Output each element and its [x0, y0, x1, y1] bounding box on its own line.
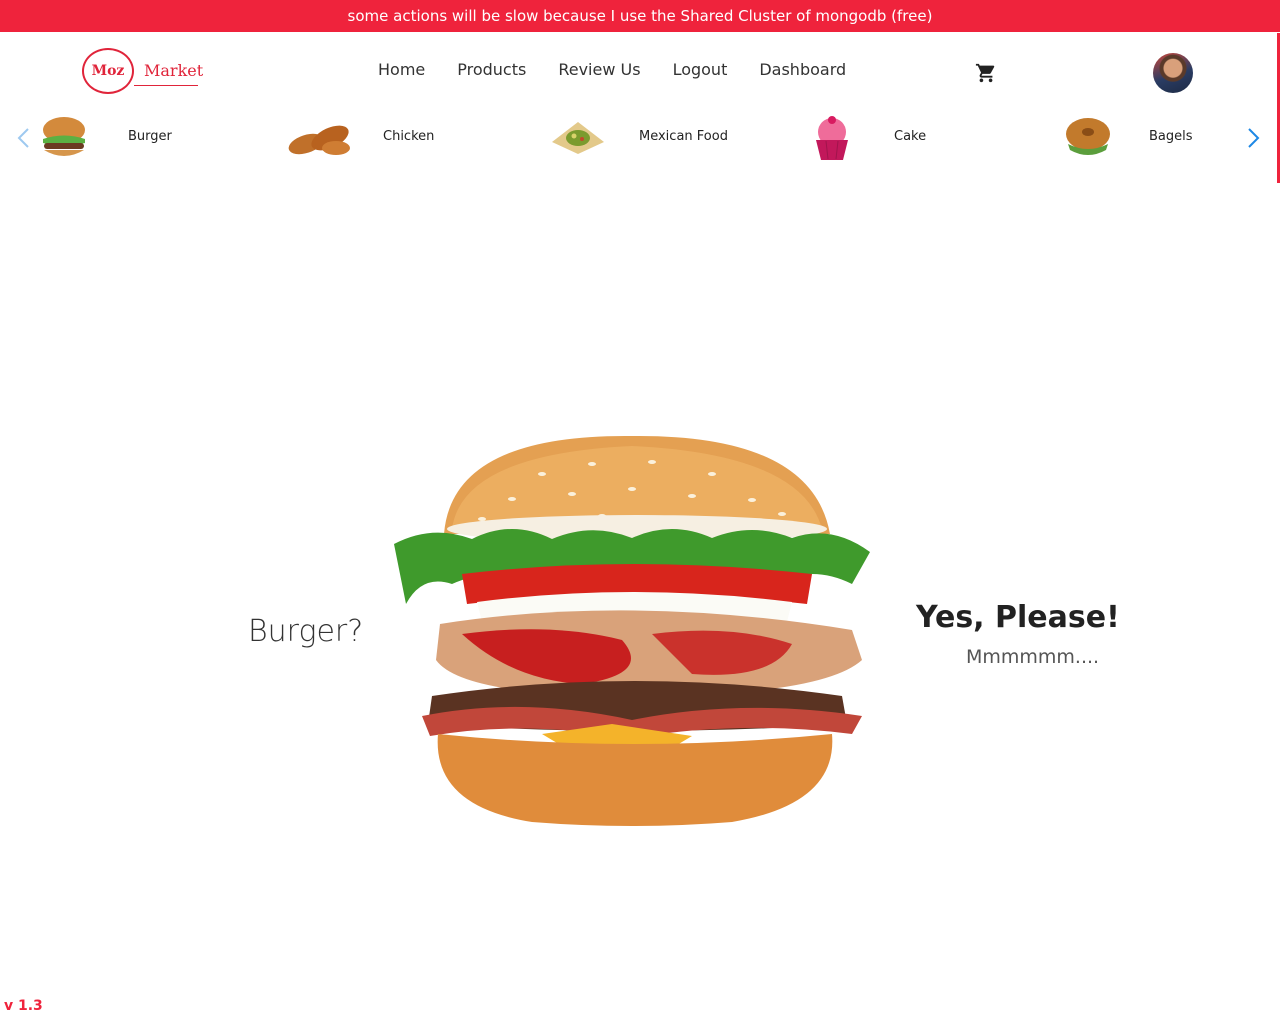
category-item-bagels[interactable] — [1062, 108, 1114, 168]
user-avatar[interactable] — [1153, 53, 1193, 93]
burger-image — [394, 435, 870, 826]
nav-logout[interactable]: Logout — [657, 60, 744, 86]
category-carousel: Burger Chicken Mexican Food Cake Bagels — [0, 108, 1280, 168]
nav-products[interactable]: Products — [441, 60, 542, 86]
version-label: v 1.3 — [4, 998, 43, 1014]
category-label-mexican-food[interactable]: Mexican Food — [639, 129, 728, 144]
logo[interactable]: Moz Market — [82, 48, 204, 100]
category-item-mexican-food[interactable] — [546, 108, 610, 168]
category-item-burger[interactable] — [38, 108, 90, 168]
main-nav: Home Products Review Us Logout Dashboard — [362, 60, 862, 86]
logo-underline — [134, 85, 198, 86]
nav-review-us[interactable]: Review Us — [542, 60, 656, 86]
chevron-left-icon[interactable] — [14, 126, 34, 150]
nav-dashboard[interactable]: Dashboard — [743, 60, 862, 86]
bagel-thumbnail — [1066, 118, 1110, 155]
category-label-cake[interactable]: Cake — [894, 129, 926, 144]
logo-mark: Moz — [82, 48, 134, 94]
category-item-chicken[interactable] — [284, 108, 356, 168]
logo-text: Market — [144, 61, 204, 80]
nav-home[interactable]: Home — [362, 60, 441, 86]
chicken-thumbnail — [288, 125, 350, 155]
hero-question: Burger? — [248, 614, 364, 649]
hero-answer-subtitle: Mmmmmm.... — [966, 646, 1100, 668]
chevron-right-icon[interactable] — [1243, 126, 1263, 150]
cake-thumbnail — [816, 116, 848, 160]
hero-answer-title: Yes, Please! — [916, 600, 1120, 635]
notice-banner: some actions will be slow because I use … — [0, 0, 1280, 32]
category-label-chicken[interactable]: Chicken — [383, 129, 434, 144]
mexican-food-thumbnail — [552, 122, 604, 154]
notice-banner-text: some actions will be slow because I use … — [347, 7, 933, 25]
category-item-cake[interactable] — [806, 108, 858, 168]
category-label-bagels[interactable]: Bagels — [1149, 129, 1193, 144]
shopping-cart-icon[interactable] — [975, 62, 997, 84]
category-label-burger[interactable]: Burger — [128, 129, 172, 144]
burger-thumbnail — [43, 117, 85, 156]
